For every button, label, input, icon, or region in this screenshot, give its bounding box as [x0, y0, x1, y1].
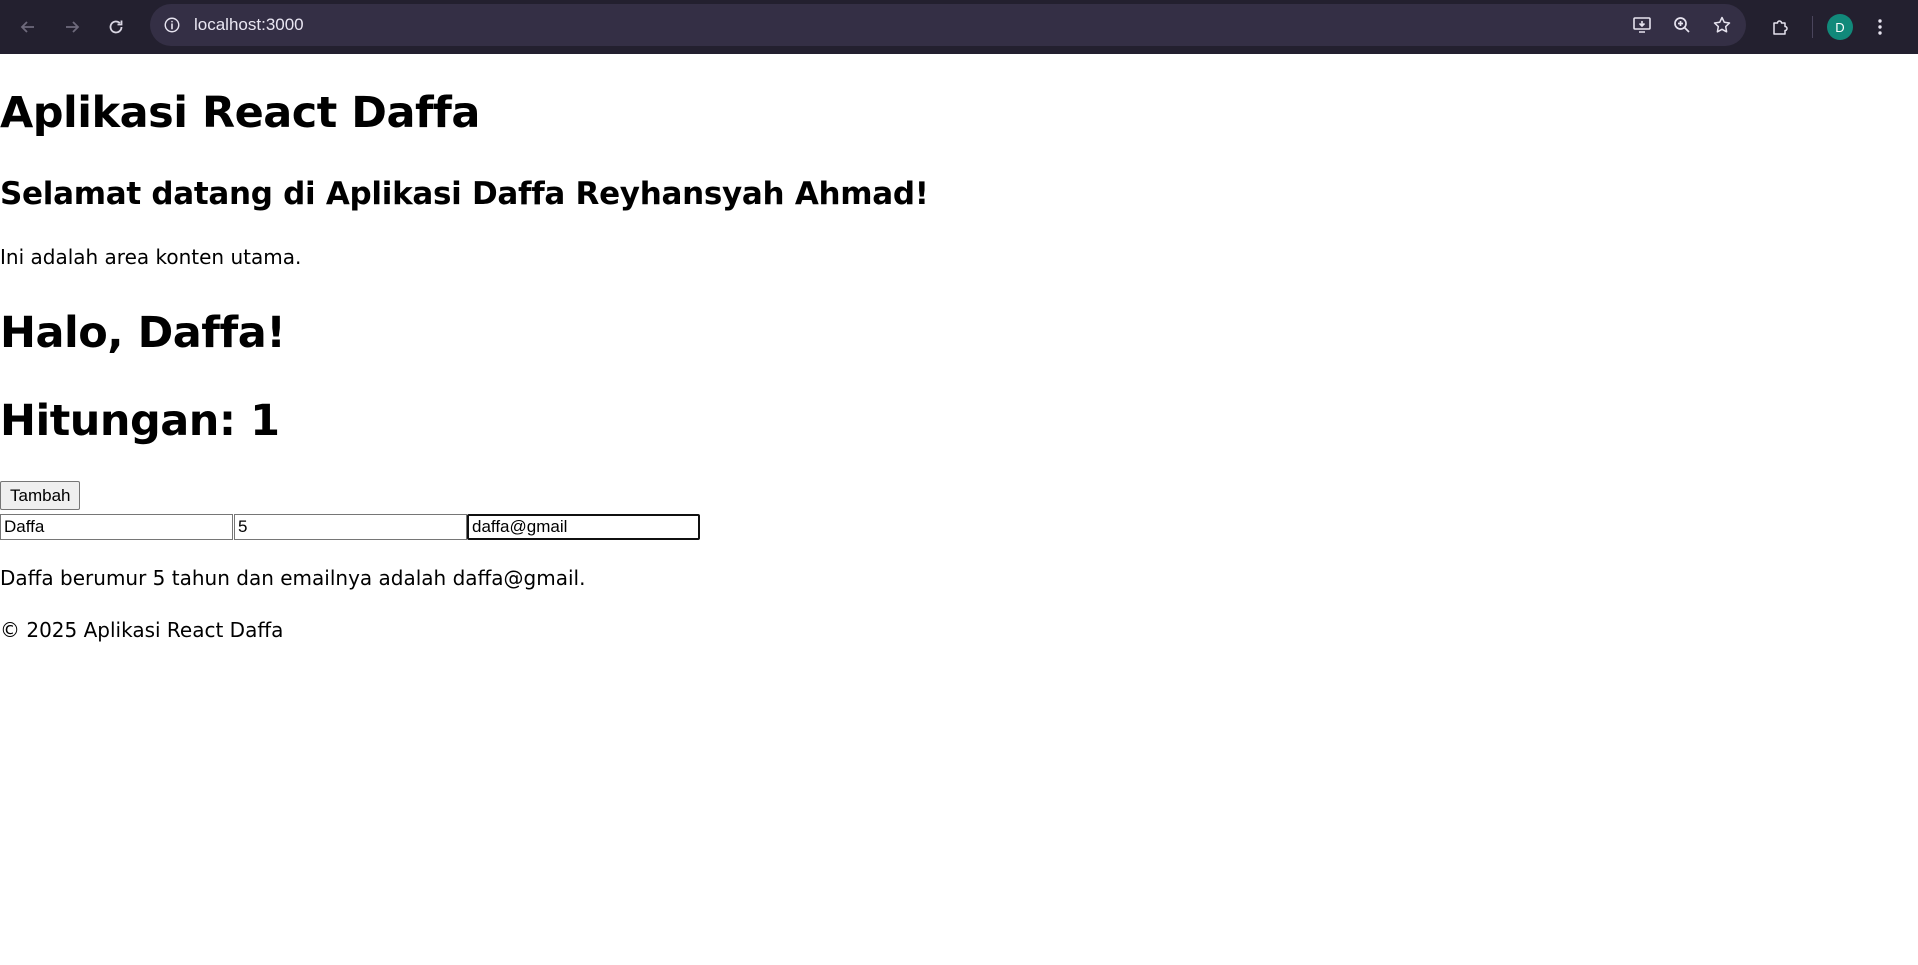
extensions-button[interactable]	[1762, 9, 1798, 45]
welcome-heading: Selamat datang di Aplikasi Daffa Reyhans…	[0, 176, 929, 212]
zoom-button[interactable]	[1666, 9, 1698, 41]
extensions-icon	[1773, 20, 1788, 35]
address-bar[interactable]: localhost:3000	[150, 4, 1746, 46]
forward-button[interactable]	[50, 5, 94, 49]
back-button[interactable]	[6, 5, 50, 49]
summary-text: Daffa berumur 5 tahun dan emailnya adala…	[0, 566, 586, 590]
forward-arrow-icon	[66, 21, 80, 33]
greeting-heading: Halo, Daffa!	[0, 308, 286, 358]
back-arrow-icon	[20, 21, 34, 33]
install-app-icon	[1633, 17, 1651, 33]
bookmark-button[interactable]	[1706, 9, 1738, 41]
site-info-icon	[164, 17, 180, 33]
bookmark-star-icon	[1713, 16, 1731, 33]
kebab-menu-icon	[1878, 19, 1882, 35]
age-input[interactable]	[234, 514, 467, 540]
url-text[interactable]: localhost:3000	[194, 15, 304, 35]
install-app-button[interactable]	[1626, 9, 1658, 41]
counter-heading: Hitungan: 1	[0, 396, 280, 446]
add-button[interactable]: Tambah	[0, 481, 81, 510]
reload-icon	[109, 20, 123, 34]
app-title: Aplikasi React Daffa	[0, 88, 480, 138]
reload-button[interactable]	[94, 5, 138, 49]
browser-toolbar: localhost:3000 D	[0, 0, 1918, 54]
profile-avatar[interactable]: D	[1827, 14, 1853, 40]
email-input[interactable]	[467, 514, 700, 540]
browser-menu-button[interactable]	[1865, 9, 1895, 45]
zoom-icon	[1674, 17, 1690, 33]
site-info-button[interactable]	[160, 13, 184, 37]
toolbar-separator	[1812, 16, 1813, 38]
name-input[interactable]	[0, 514, 233, 540]
footer-text: © 2025 Aplikasi React Daffa	[0, 618, 284, 642]
main-content-text: Ini adalah area konten utama.	[0, 245, 302, 269]
